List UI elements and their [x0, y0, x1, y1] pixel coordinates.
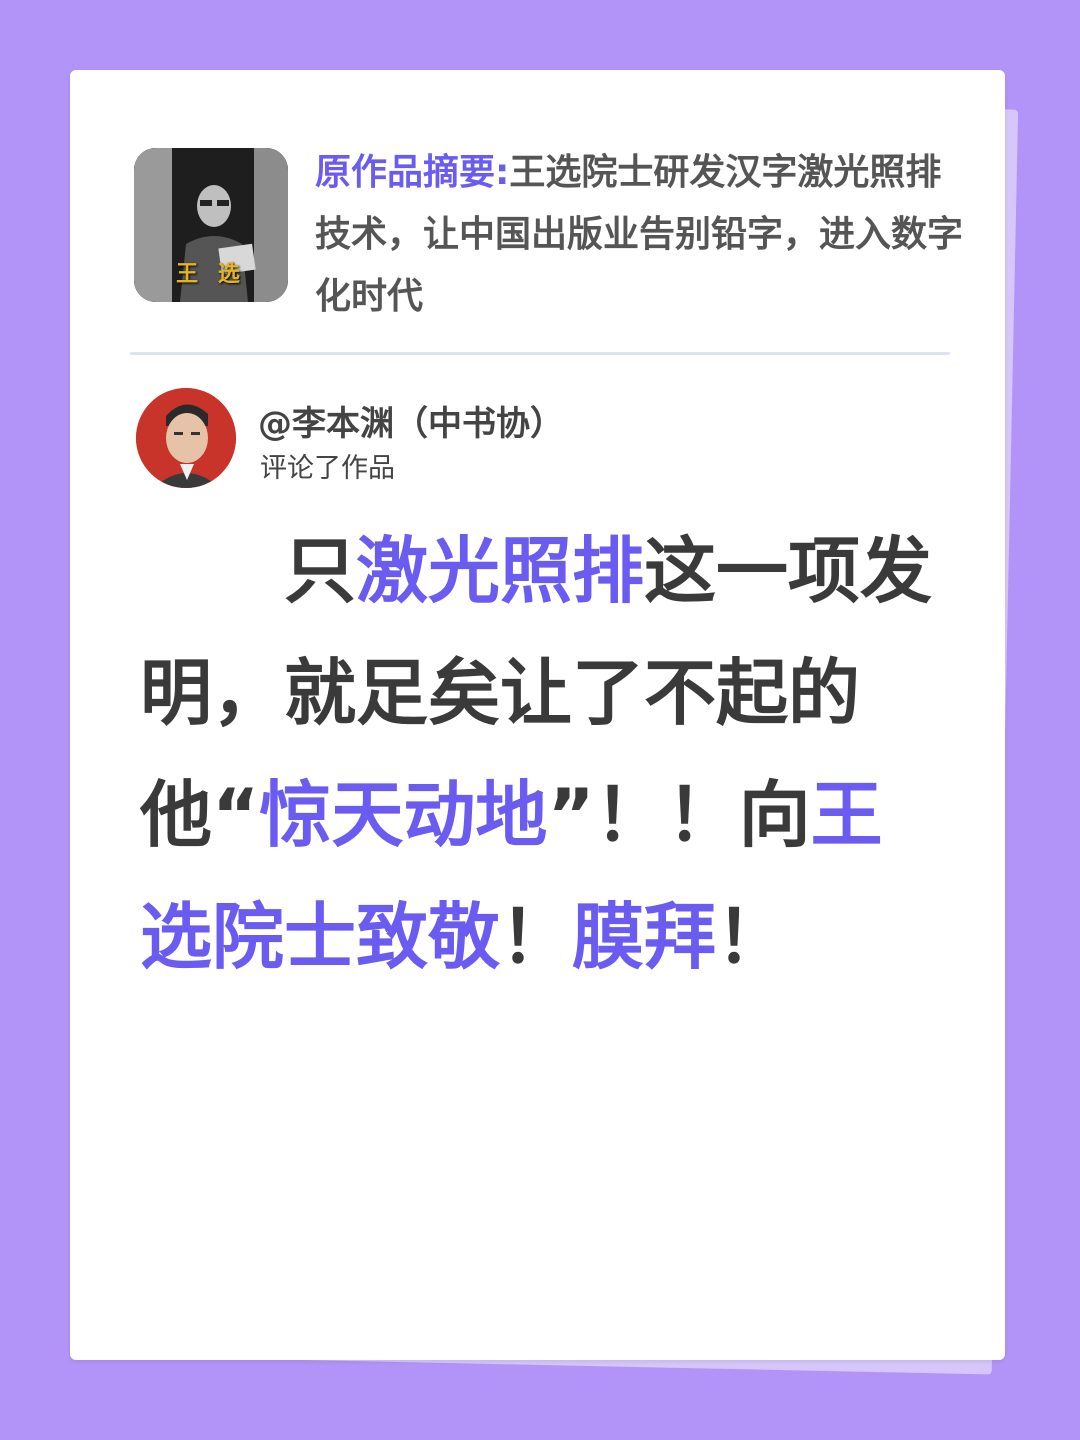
user-portrait-icon [136, 388, 236, 488]
divider [130, 352, 950, 355]
comment-body: 只激光照排这一项发明，就足矣让了不起的他“惊天动地”！！向王选院士致敬！膜拜！ [140, 510, 940, 998]
summary-label: 原作品摘要: [315, 152, 510, 193]
commenter-name[interactable]: @李本渊（中书协） [258, 396, 564, 445]
comment-highlight-4: 膜拜 [572, 895, 717, 979]
original-work-summary: 原作品摘要:王选院士研发汉字激光照排技术，让中国出版业告别铅字，进入数字化时代 [315, 142, 965, 328]
original-work-thumbnail[interactable]: 王 选 [134, 148, 288, 302]
thumbnail-caption: 王 选 [176, 261, 246, 287]
comment-highlight-2: 惊天动地 [259, 773, 548, 857]
comment-text-4: ！ [500, 895, 573, 979]
comment-text-1: 只 [284, 529, 357, 613]
comment-text-3: ”！！向 [547, 773, 811, 857]
avatar[interactable] [136, 388, 236, 488]
comment-text-5: ！ [716, 895, 789, 979]
commenter-action: 评论了作品 [260, 453, 395, 484]
comment-card: 王 选 原作品摘要:王选院士研发汉字激光照排技术，让中国出版业告别铅字，进入数字… [70, 70, 1005, 1360]
comment-highlight-1: 激光照排 [356, 529, 645, 613]
